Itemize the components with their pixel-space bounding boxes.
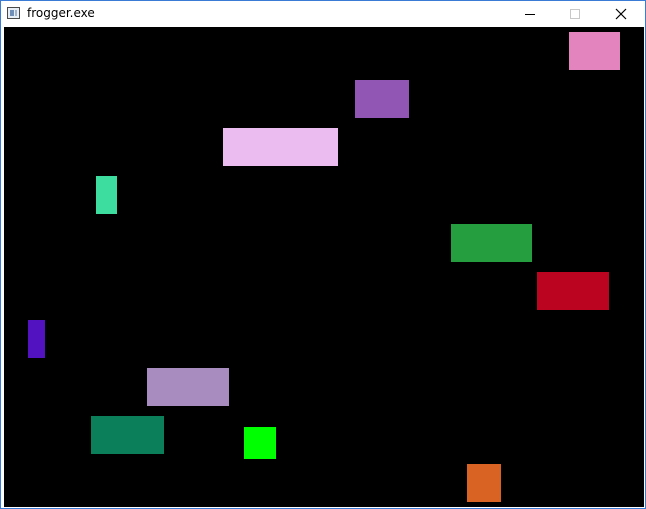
teal-block [96, 176, 117, 214]
indigo-block [28, 320, 45, 358]
maximize-button[interactable] [552, 1, 598, 27]
minimize-button[interactable] [507, 1, 553, 27]
lavender-block [223, 128, 338, 166]
pink-block [569, 32, 620, 70]
window-title: frogger.exe [27, 6, 95, 20]
title-bar[interactable]: frogger.exe [1, 1, 645, 27]
game-canvas[interactable] [4, 27, 644, 507]
purple-block [355, 80, 409, 118]
minimize-icon [525, 14, 535, 15]
frog [244, 427, 276, 459]
app-window-icon[interactable] [7, 7, 20, 19]
close-button[interactable] [598, 1, 644, 27]
close-icon [615, 8, 627, 20]
maximize-icon [570, 9, 580, 19]
mauve-block [147, 368, 229, 406]
dark-green-block [91, 416, 164, 454]
game-window: frogger.exe [0, 0, 646, 509]
green-block [451, 224, 532, 262]
orange-block [467, 464, 501, 502]
red-block [537, 272, 609, 310]
